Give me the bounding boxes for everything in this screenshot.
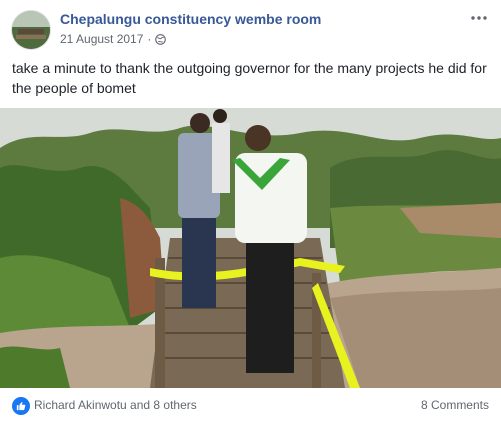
post-footer: Richard Akinwotu and 8 others 8 Comments — [0, 388, 501, 427]
photo-image — [0, 108, 501, 388]
avatar-image — [12, 11, 50, 49]
post-card: Chepalungu constituency wembe room 21 Au… — [0, 0, 501, 427]
page-name-link[interactable]: Chepalungu constituency wembe room — [60, 11, 321, 27]
comments-count[interactable]: 8 Comments — [421, 398, 489, 412]
reactions-count[interactable]: Richard Akinwotu and 8 others — [34, 398, 197, 412]
more-options-icon[interactable] — [467, 8, 491, 28]
page-avatar[interactable] — [11, 10, 51, 50]
globe-icon[interactable] — [155, 33, 167, 45]
meta-separator: · — [147, 32, 152, 46]
post-text: take a minute to thank the outgoing gove… — [12, 60, 487, 96]
like-icon[interactable] — [12, 397, 30, 415]
post-meta: 21 August 2017 · — [60, 32, 167, 46]
post-date[interactable]: 21 August 2017 — [60, 32, 143, 46]
post-photo[interactable] — [0, 108, 501, 388]
